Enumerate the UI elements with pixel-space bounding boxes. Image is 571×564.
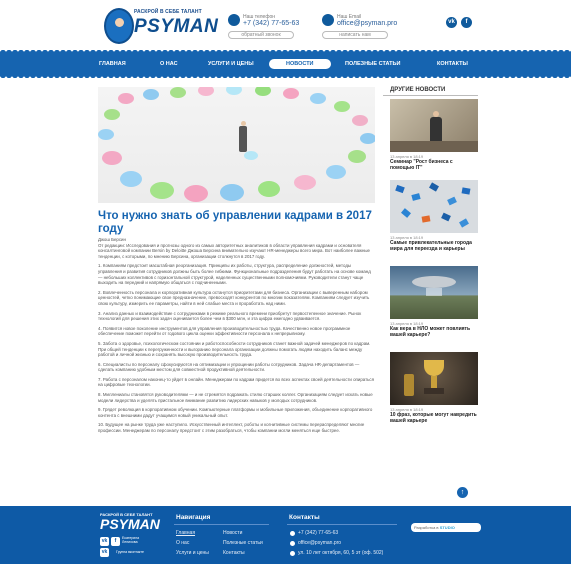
footer: РАСКРОЙ В СЕБЕ ТАЛАНТ PSYMAN vk f Екатер… xyxy=(0,506,571,564)
nav-item-articles[interactable]: ПОЛЕЗНЫЕ СТАТЬИ xyxy=(345,61,400,67)
article-hero-image xyxy=(98,87,375,203)
phone-number[interactable]: +7 (342) 77-65-63 xyxy=(243,20,299,27)
developer-badge[interactable]: Разработка в STUDIO xyxy=(411,523,481,532)
news-thumbnail[interactable] xyxy=(390,352,478,405)
sidebar-news-item[interactable]: 13 апреля в 18:19 Семинар "Рост бизнеса … xyxy=(390,99,478,171)
footer-email[interactable]: office@psyman.pro xyxy=(298,540,341,546)
news-title[interactable]: 10 фраз, которые могут навредить вашей к… xyxy=(390,412,478,424)
header-email: Наш Email office@psyman.pro написать нам xyxy=(322,14,402,40)
article-title: Что нужно знать об управлении кадрами в … xyxy=(98,210,372,235)
nav-item-services[interactable]: УСЛУГИ И ЦЕНЫ xyxy=(208,61,254,67)
sidebar-heading: ДРУГИЕ НОВОСТИ xyxy=(390,87,446,93)
footer-nav-heading: Навигация xyxy=(176,514,211,521)
footer-contacts-divider xyxy=(287,524,397,525)
developer-label: Разработка в xyxy=(414,525,439,530)
news-title[interactable]: Самые привлекательные города мира для пе… xyxy=(390,240,478,252)
article-paragraph: 2. Вовлеченность персонала и корпоративн… xyxy=(98,289,370,306)
footer-link-news[interactable]: Новости xyxy=(223,530,242,536)
article-paragraph: 9. Грядет революция в корпоративном обуч… xyxy=(98,407,373,418)
header: РАСКРОЙ В СЕБЕ ТАЛАНТ PSYMAN Наш телефон… xyxy=(0,0,571,52)
footer-vk-label[interactable]: Группа вконтакте xyxy=(116,550,156,554)
write-us-button[interactable]: написать нам xyxy=(322,31,388,39)
footer-phone[interactable]: +7 (342) 77-65-63 xyxy=(298,530,338,536)
article-paragraph: 3. Анализ данных и взаимодействие с сотр… xyxy=(98,310,362,322)
news-title[interactable]: Семинар "Рост бизнеса с помощью IT" xyxy=(390,159,478,171)
article-paragraph: 5. Забота о здоровье, психологическом со… xyxy=(98,340,371,358)
news-title[interactable]: Как вера в НЛО может повлиять вашей карь… xyxy=(390,326,478,338)
footer-link-about[interactable]: О нас xyxy=(176,540,189,546)
footer-link-home[interactable]: Главная xyxy=(176,530,195,536)
phone-icon xyxy=(228,14,240,26)
sidebar-news-item[interactable]: 13 апреля в 18:19 10 фраз, которые могут… xyxy=(390,352,478,424)
header-phone: Наш телефон +7 (342) 77-65-63 обратный з… xyxy=(228,14,308,40)
article-paragraph: От редакции: Исследования и прогнозы одн… xyxy=(98,242,370,259)
article-paragraph: 7. Работа с персоналом наконец-то уйдет … xyxy=(98,376,375,388)
location-icon xyxy=(290,551,295,556)
mail-icon xyxy=(290,541,295,546)
footer-facebook-label[interactable]: Екатерина Лепихова xyxy=(122,536,152,544)
logo-tagline: РАСКРОЙ В СЕБЕ ТАЛАНТ xyxy=(134,9,202,15)
footer-link-contacts[interactable]: Контакты xyxy=(223,550,245,556)
site-logo[interactable]: РАСКРОЙ В СЕБЕ ТАЛАНТ PSYMAN xyxy=(104,6,219,46)
sidebar-divider xyxy=(383,95,478,96)
vk-icon[interactable]: vk xyxy=(100,537,109,546)
footer-nav-divider xyxy=(174,524,269,525)
nav-item-news[interactable]: НОВОСТИ xyxy=(269,59,331,69)
mail-icon xyxy=(322,14,334,26)
news-thumbnail[interactable] xyxy=(390,266,478,319)
facebook-icon[interactable]: f xyxy=(461,17,472,28)
logo-name: PSYMAN xyxy=(134,16,219,37)
sidebar-news-item[interactable]: 13 апреля в 18:19 Самые привлекательные … xyxy=(390,180,478,252)
news-thumbnail[interactable] xyxy=(390,180,478,233)
email-address[interactable]: office@psyman.pro xyxy=(337,20,397,27)
nav-item-home[interactable]: ГЛАВНАЯ xyxy=(99,61,126,67)
footer-link-articles[interactable]: Полезные статьи xyxy=(223,540,263,546)
footer-contacts-heading: Контакты xyxy=(289,514,320,521)
logo-mascot-icon xyxy=(104,8,134,44)
article-paragraph: 6. Специалисты по персоналу сфокусируютс… xyxy=(98,361,360,373)
article-paragraph: 4. Появится новое поколение инструментов… xyxy=(98,325,351,337)
footer-logo[interactable]: РАСКРОЙ В СЕБЕ ТАЛАНТ PSYMAN xyxy=(100,512,160,532)
facebook-icon[interactable]: f xyxy=(111,537,120,546)
nav-item-about[interactable]: О НАС xyxy=(160,61,178,67)
vk-icon[interactable]: vk xyxy=(446,17,457,28)
news-thumbnail[interactable] xyxy=(390,99,478,152)
sidebar-news-item[interactable]: 13 апреля в 18:19 Как вера в НЛО может п… xyxy=(390,266,478,338)
phone-icon xyxy=(290,531,295,536)
main-nav: ГЛАВНАЯ О НАС УСЛУГИ И ЦЕНЫ НОВОСТИ ПОЛЕ… xyxy=(0,49,571,79)
footer-logo-name: PSYMAN xyxy=(100,516,160,532)
article-paragraph: 10. Будущее на рынке труда уже наступило… xyxy=(98,422,365,434)
developer-name: STUDIO xyxy=(439,525,455,530)
footer-address: ул. 10 лет октября, 60, 5 эт (оф. 502) xyxy=(298,550,384,556)
article-paragraph: 1. Компаниям предстоит масштабная реорга… xyxy=(98,263,371,286)
article-paragraph: 8. Миллениалы становятся руководителями … xyxy=(98,392,373,403)
article-body: Джош Берсин От редакции: Исследования и … xyxy=(98,237,375,438)
vk-group-icon[interactable]: vk xyxy=(100,548,109,557)
scroll-to-top-button[interactable]: ↑ xyxy=(457,487,468,498)
footer-link-services[interactable]: Услуги и цены xyxy=(176,550,209,556)
businessman-figure xyxy=(238,121,248,153)
callback-button[interactable]: обратный звонок xyxy=(228,31,294,39)
nav-item-contacts[interactable]: КОНТАКТЫ xyxy=(437,61,468,67)
